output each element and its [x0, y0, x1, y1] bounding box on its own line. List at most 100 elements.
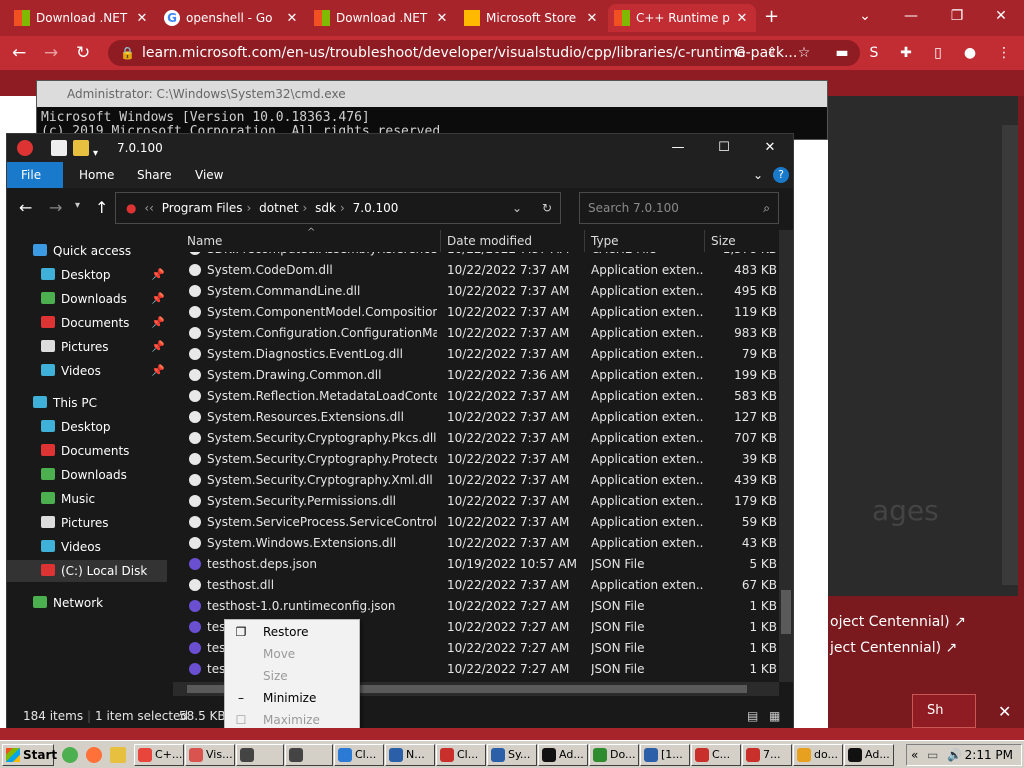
- nav-item[interactable]: Pictures: [7, 512, 167, 534]
- file-explorer-window[interactable]: ▾ 7.0.100 — ☐ ✕ File Home Share View ⌄ ?…: [6, 133, 794, 728]
- column-size[interactable]: Size: [705, 230, 779, 252]
- taskbar-button[interactable]: Vis...: [185, 744, 235, 766]
- page-scrollbar[interactable]: [1002, 125, 1018, 585]
- nav-item[interactable]: (C:) Local Disk: [7, 560, 167, 582]
- chrome-icon[interactable]: [62, 747, 78, 763]
- table-row[interactable]: System.Security.Cryptography.Pkcs.dll 10/…: [167, 428, 779, 449]
- taskbar-button[interactable]: [236, 744, 284, 766]
- taskbar-button[interactable]: Cl...: [334, 744, 384, 766]
- explorer-minimize-button[interactable]: —: [655, 134, 701, 162]
- nav-item[interactable]: Quick access: [7, 240, 167, 262]
- breadcrumb-item[interactable]: sdk: [315, 201, 336, 215]
- taskbar-button[interactable]: Ad...: [844, 744, 894, 766]
- browser-restore-button[interactable]: ❐: [934, 0, 980, 32]
- nav-item[interactable]: Desktop: [7, 416, 167, 438]
- nav-item[interactable]: Network: [7, 592, 167, 614]
- breadcrumb-item[interactable]: Program Files: [162, 201, 243, 215]
- nav-item[interactable]: Videos 📌: [7, 360, 167, 382]
- table-row[interactable]: System.Security.Cryptography.Xml.dll 10/2…: [167, 470, 779, 491]
- folder-icon[interactable]: [110, 747, 126, 763]
- taskbar-button[interactable]: do...: [793, 744, 843, 766]
- table-row[interactable]: System.Security.Cryptography.Protected..…: [167, 449, 779, 470]
- chevron-down-icon[interactable]: ⌄: [842, 0, 888, 32]
- table-row[interactable]: System.ComponentModel.Composition.... 10/…: [167, 302, 779, 323]
- breadcrumb-item[interactable]: 7.0.100: [353, 201, 399, 215]
- close-icon[interactable]: ✕: [998, 702, 1011, 721]
- breadcrumb-item[interactable]: dotnet: [259, 201, 298, 215]
- browser-tab[interactable]: Download .NET ✕: [8, 4, 156, 32]
- tab-file[interactable]: File: [7, 162, 63, 188]
- help-icon[interactable]: ?: [773, 167, 789, 183]
- tray-expand-icon[interactable]: «: [911, 745, 918, 765]
- tab-home[interactable]: Home: [65, 162, 128, 188]
- side-panel-icon[interactable]: ▯: [928, 43, 948, 63]
- close-icon[interactable]: ✕: [284, 11, 300, 26]
- taskbar-button[interactable]: Cl...: [436, 744, 486, 766]
- ribbon-expand-icon[interactable]: ⌄: [739, 162, 777, 188]
- browser-minimize-button[interactable]: —: [888, 0, 934, 32]
- volume-icon[interactable]: 🔊: [947, 745, 962, 765]
- google-lens-icon[interactable]: G: [730, 43, 750, 63]
- nav-item[interactable]: Music: [7, 488, 167, 510]
- browser-tab[interactable]: Microsoft Store ✕: [458, 4, 606, 32]
- network-status-icon[interactable]: ▭: [927, 745, 938, 765]
- taskbar-button[interactable]: C...: [691, 744, 741, 766]
- nav-item[interactable]: Downloads: [7, 464, 167, 486]
- profile-avatar-icon[interactable]: ●: [960, 43, 980, 63]
- close-icon[interactable]: ✕: [584, 11, 600, 26]
- nav-item[interactable]: Documents 📌: [7, 312, 167, 334]
- search-input[interactable]: Search 7.0.100 ⌕: [579, 192, 779, 224]
- vertical-scrollbar[interactable]: [779, 230, 793, 682]
- table-row[interactable]: System.Reflection.MetadataLoadContext...…: [167, 386, 779, 407]
- nav-item[interactable]: Documents: [7, 440, 167, 462]
- table-row[interactable]: SDK.Precomputed.AssemblyReferences.cache…: [167, 252, 779, 260]
- table-row[interactable]: testhost.dll 10/22/2022 7:37 AM Applicatio…: [167, 575, 779, 596]
- close-icon[interactable]: ✕: [434, 11, 450, 26]
- breadcrumb[interactable]: ● ‹‹ Program Files › dotnet › sdk › 7.0.100…: [115, 192, 561, 224]
- nav-item[interactable]: Videos: [7, 536, 167, 558]
- tab-view[interactable]: View: [181, 162, 237, 188]
- table-row[interactable]: System.Drawing.Common.dll 10/22/2022 7:36…: [167, 365, 779, 386]
- table-row[interactable]: System.Windows.Extensions.dll 10/22/2022 …: [167, 533, 779, 554]
- show-button[interactable]: Sh: [912, 694, 976, 728]
- browser-tab[interactable]: Download .NET ✕: [308, 4, 456, 32]
- refresh-icon[interactable]: ↻: [542, 193, 552, 223]
- menu-item-restore[interactable]: ❐ Restore: [225, 621, 359, 643]
- nav-item[interactable]: Desktop 📌: [7, 264, 167, 286]
- column-type[interactable]: Type: [585, 230, 705, 252]
- table-row[interactable]: System.ServiceProcess.ServiceController.…: [167, 512, 779, 533]
- app-icon[interactable]: [17, 140, 33, 156]
- taskbar-button[interactable]: Sy...: [487, 744, 537, 766]
- new-tab-button[interactable]: +: [764, 6, 779, 27]
- nav-item[interactable]: This PC: [7, 392, 167, 414]
- taskbar-button[interactable]: Do...: [589, 744, 639, 766]
- table-row[interactable]: System.Diagnostics.EventLog.dll 10/22/202…: [167, 344, 779, 365]
- explorer-titlebar[interactable]: ▾ 7.0.100 — ☐ ✕: [7, 134, 793, 162]
- start-button[interactable]: Start: [2, 744, 57, 766]
- large-icons-view-icon[interactable]: ▦: [769, 704, 780, 728]
- browser-tab[interactable]: Gopenshell - Go ✕: [158, 4, 306, 32]
- details-view-icon[interactable]: ▤: [747, 704, 758, 728]
- scroll-thumb[interactable]: [781, 590, 791, 634]
- extensions-puzzle-icon[interactable]: ✚: [896, 43, 916, 63]
- share-icon[interactable]: ⇪: [762, 43, 782, 63]
- forward-icon[interactable]: →: [44, 44, 58, 62]
- taskbar-button[interactable]: [1...: [640, 744, 690, 766]
- nav-item[interactable]: Pictures 📌: [7, 336, 167, 358]
- extension-flag-icon[interactable]: ▬: [832, 43, 852, 63]
- table-row[interactable]: System.Security.Permissions.dll 10/22/202…: [167, 491, 779, 512]
- explorer-close-button[interactable]: ✕: [747, 134, 793, 162]
- properties-icon[interactable]: [51, 140, 67, 156]
- table-row[interactable]: System.Configuration.ConfigurationMan...…: [167, 323, 779, 344]
- bookmark-star-icon[interactable]: ☆: [794, 43, 814, 63]
- browser-tab[interactable]: C++ Runtime p ✕: [608, 4, 756, 32]
- column-date[interactable]: Date modified: [441, 230, 585, 252]
- page-link-1[interactable]: oject Centennial) ↗: [830, 614, 966, 630]
- back-icon[interactable]: ←: [19, 198, 32, 217]
- table-row[interactable]: System.CommandLine.dll 10/22/2022 7:37 AM…: [167, 281, 779, 302]
- close-icon[interactable]: ✕: [734, 11, 750, 26]
- taskbar-button[interactable]: N...: [385, 744, 435, 766]
- taskbar-button[interactable]: Ad...: [538, 744, 588, 766]
- menu-item-minimize[interactable]: – Minimize: [225, 687, 359, 709]
- tab-share[interactable]: Share: [123, 162, 186, 188]
